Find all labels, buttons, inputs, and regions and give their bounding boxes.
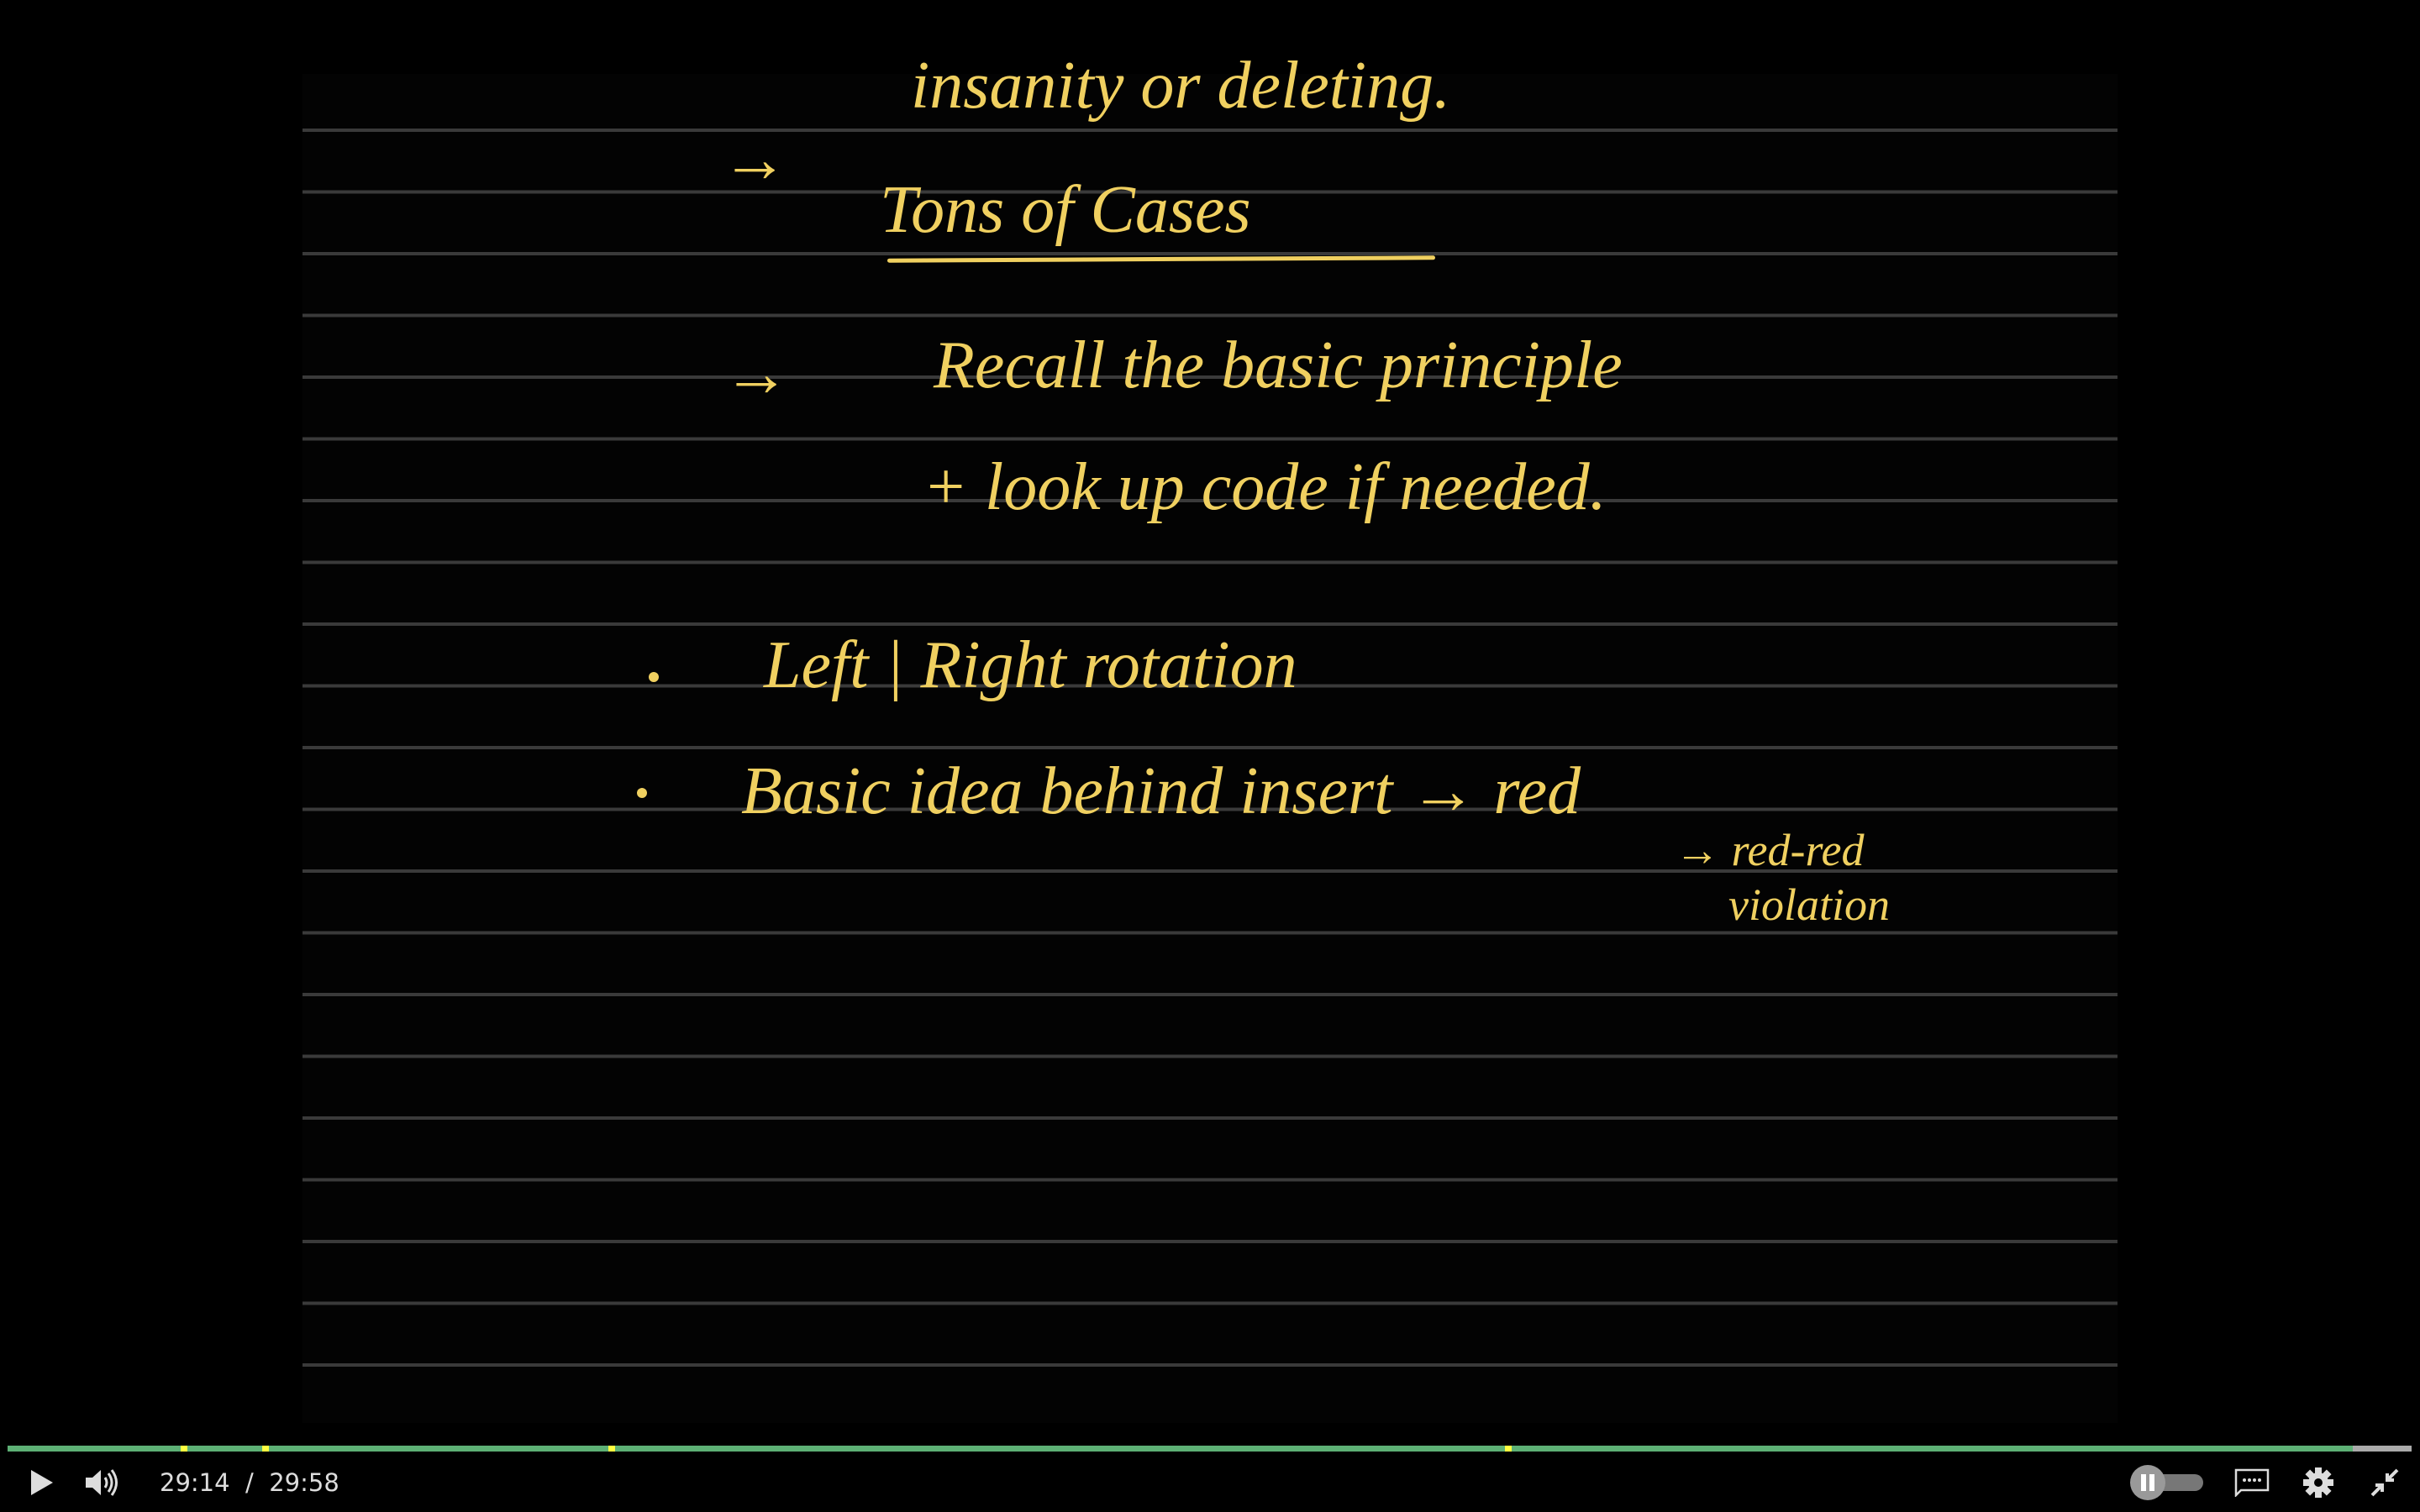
note-recall: Recall the basic principle xyxy=(934,328,1623,402)
settings-button[interactable] xyxy=(2299,1463,2338,1502)
autoplay-toggle[interactable] xyxy=(2129,1463,2207,1502)
seek-bar[interactable] xyxy=(8,1446,2412,1452)
current-time: 29:14 xyxy=(160,1468,230,1497)
note-bullet-insert: Basic idea behind insert → red xyxy=(741,754,1581,828)
note-line-top: insanity or deleting. xyxy=(911,49,1451,123)
time-separator: / xyxy=(245,1468,254,1497)
whiteboard-video-frame xyxy=(302,74,2118,1423)
gear-icon xyxy=(2303,1467,2333,1498)
pause-toggle-icon xyxy=(2130,1465,2203,1500)
note-bullet-rotation: Left | Right rotation xyxy=(764,628,1297,702)
chapter-marker[interactable] xyxy=(1505,1446,1512,1452)
play-button[interactable] xyxy=(24,1463,60,1502)
volume-icon xyxy=(86,1469,118,1496)
note-heading: Tons of Cases xyxy=(880,173,1251,247)
seek-bar-played xyxy=(8,1446,2353,1452)
bullet-dot xyxy=(649,672,659,682)
arrow-2: → xyxy=(723,337,790,411)
exit-fullscreen-button[interactable] xyxy=(2365,1463,2404,1502)
note-lookup: + look up code if needed. xyxy=(923,450,1607,524)
captions-icon xyxy=(2234,1468,2270,1497)
duration: 29:58 xyxy=(269,1468,339,1497)
chapter-marker[interactable] xyxy=(262,1446,270,1452)
play-icon xyxy=(31,1470,53,1495)
exit-fullscreen-icon xyxy=(2370,1468,2399,1497)
note-sub-red-red: → red-red xyxy=(1675,825,1865,875)
bullet-dot xyxy=(637,788,647,798)
chapter-marker[interactable] xyxy=(608,1446,616,1452)
time-display: 29:14 / 29:58 xyxy=(160,1468,339,1497)
captions-button[interactable] xyxy=(2232,1463,2272,1502)
note-sub-violation: violation xyxy=(1728,879,1890,930)
volume-button[interactable] xyxy=(81,1463,123,1502)
chapter-marker[interactable] xyxy=(180,1446,187,1452)
arrow-1: → xyxy=(721,123,788,197)
